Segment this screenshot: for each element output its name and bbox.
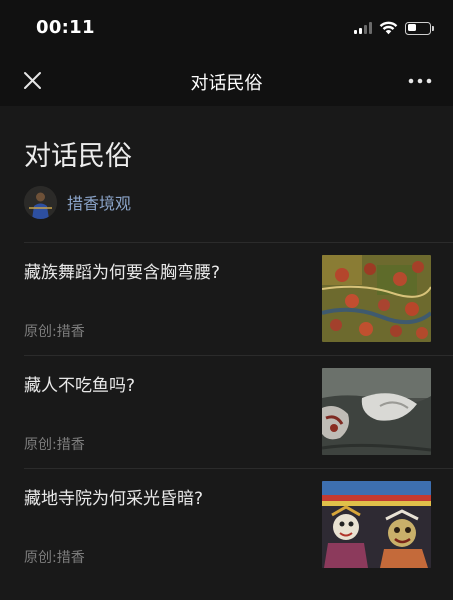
item-meta: 原创:措香 [24,324,85,340]
more-icon[interactable] [407,68,433,94]
wifi-icon [379,21,398,35]
author-name: 措香境观 [67,194,132,213]
list-item[interactable]: 藏族舞蹈为何要含胸弯腰? 原创:措香 [24,242,453,355]
list-item[interactable]: 藏地寺院为何采光昏暗? 原创:措香 [24,468,453,581]
article-list: 藏族舞蹈为何要含胸弯腰? 原创:措香 藏人不吃鱼吗? 原创:措香 藏地寺院为何采… [0,242,453,581]
item-meta: 原创:措香 [24,550,85,566]
article-title: 对话民俗 [24,141,132,172]
item-thumbnail [322,481,431,568]
item-thumbnail [322,255,431,342]
item-title: 藏地寺院为何采光昏暗? [24,489,204,509]
status-icons [354,20,434,36]
battery-icon [405,21,434,35]
item-meta: 原创:措香 [24,437,85,453]
status-bar: 00:11 [0,0,453,56]
avatar [24,185,57,219]
author-link[interactable]: 措香境观 [24,185,131,219]
item-title: 藏族舞蹈为何要含胸弯腰? [24,263,221,283]
nav-title: 对话民俗 [190,73,263,94]
nav-bar: 对话民俗 [0,56,453,106]
item-title: 藏人不吃鱼吗? [24,376,136,396]
status-time: 00:11 [36,17,95,38]
article-content: 对话民俗 措香境观 藏族舞蹈为何要含胸弯腰? 原创:措香 藏人不吃鱼吗? 原创:… [0,106,453,600]
list-item[interactable]: 藏人不吃鱼吗? 原创:措香 [24,355,453,468]
signal-icon [354,22,372,34]
item-thumbnail [322,368,431,455]
